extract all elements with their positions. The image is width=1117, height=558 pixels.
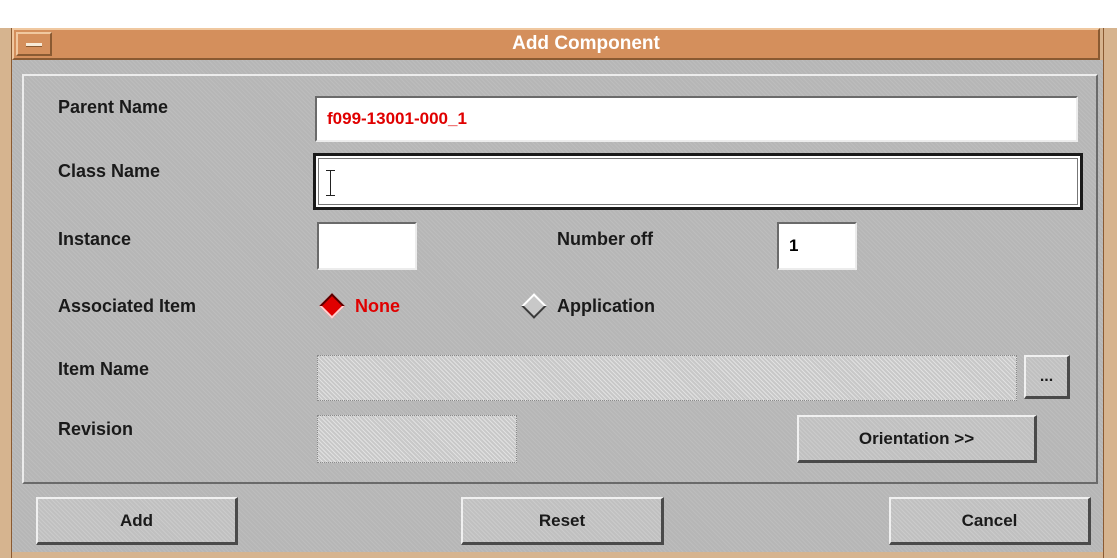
window-title: Add Component	[512, 33, 660, 54]
add-component-window: Add Component Parent Name f099-13001-000…	[0, 0, 1117, 558]
browse-item-button[interactable]: ...	[1024, 355, 1070, 399]
instance-input[interactable]	[317, 222, 417, 270]
window-frame-top	[0, 0, 1117, 28]
number-off-label: Number off	[557, 229, 653, 249]
parent-name-label: Parent Name	[58, 97, 169, 117]
radio-application[interactable]: Application	[517, 288, 655, 324]
class-name-label: Class Name	[58, 161, 161, 181]
class-name-input[interactable]	[313, 153, 1083, 210]
revision-label: Revision	[58, 419, 134, 439]
radio-application-label: Application	[557, 295, 655, 316]
radio-none[interactable]: None	[315, 288, 400, 324]
window-frame-left[interactable]	[0, 28, 12, 558]
window-menu-icon[interactable]	[16, 32, 52, 56]
add-button[interactable]: Add	[36, 497, 238, 545]
text-cursor-icon	[326, 170, 335, 196]
revision-input	[317, 415, 517, 463]
reset-button[interactable]: Reset	[461, 497, 664, 545]
item-name-input	[317, 355, 1017, 401]
orientation-button[interactable]: Orientation >>	[797, 415, 1037, 463]
radio-diamond-selected-icon	[319, 293, 345, 319]
cancel-button[interactable]: Cancel	[889, 497, 1091, 545]
title-bar[interactable]: Add Component	[12, 28, 1100, 60]
associated-item-label: Associated Item	[58, 296, 197, 316]
radio-none-label: None	[355, 295, 400, 316]
parent-name-field[interactable]: f099-13001-000_1	[315, 96, 1078, 142]
window-frame-right[interactable]	[1103, 28, 1117, 558]
radio-diamond-unselected-icon	[521, 293, 547, 319]
instance-label: Instance	[58, 229, 132, 249]
number-off-input[interactable]: 1	[777, 222, 857, 270]
item-name-label: Item Name	[58, 359, 150, 379]
